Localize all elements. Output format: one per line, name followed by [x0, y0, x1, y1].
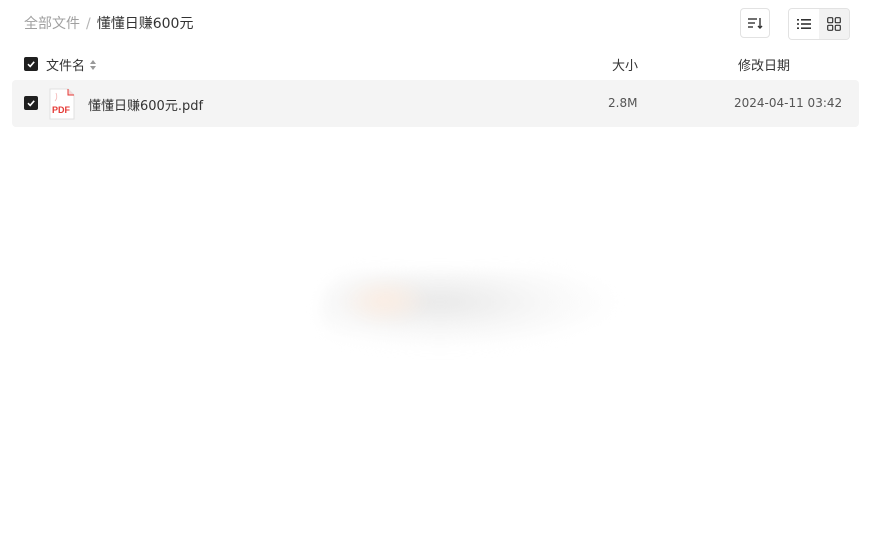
column-header-name[interactable]: 文件名: [46, 55, 97, 74]
sort-button[interactable]: [740, 8, 770, 38]
column-header-size[interactable]: 大小: [612, 55, 638, 74]
grid-view-icon: [827, 17, 841, 31]
list-view-icon: [797, 19, 811, 29]
file-name[interactable]: 懂懂日赚600元.pdf: [88, 95, 203, 114]
breadcrumb-root-link[interactable]: 全部文件: [24, 14, 80, 34]
breadcrumb-current: 懂懂日赚600元: [96, 16, 194, 32]
list-view-button[interactable]: [789, 9, 819, 39]
column-header-name-label: 文件名: [46, 59, 86, 74]
column-header-date[interactable]: 修改日期: [738, 55, 790, 74]
checkmark-icon: [27, 61, 35, 68]
pdf-icon-label: PDF: [52, 105, 71, 115]
sort-caret-icon[interactable]: [89, 59, 97, 71]
view-toggle-group: [788, 8, 850, 40]
row-checkbox[interactable]: [24, 96, 38, 110]
table-row[interactable]: PDF 懂懂日赚600元.pdf 2.8M 2024-04-11 03:42: [12, 80, 859, 127]
file-browser-page: 全部文件 / 懂懂日赚600元 文件名 大小 修改日期 PDF 懂懂日赚600元…: [0, 0, 874, 538]
pdf-file-icon: PDF: [49, 88, 75, 120]
table-header: 文件名 大小 修改日期: [0, 52, 874, 76]
sort-lines-icon: [748, 18, 763, 29]
breadcrumb: 全部文件 / 懂懂日赚600元: [24, 14, 193, 34]
top-bar: 全部文件 / 懂懂日赚600元: [0, 0, 874, 48]
file-date: 2024-04-11 03:42: [734, 96, 843, 110]
grid-view-button[interactable]: [819, 9, 849, 39]
file-size: 2.8M: [608, 96, 638, 110]
select-all-checkbox[interactable]: [24, 57, 38, 71]
loading-placeholder-glow: [340, 276, 430, 326]
checkmark-icon: [27, 100, 35, 107]
breadcrumb-separator: /: [86, 16, 91, 32]
